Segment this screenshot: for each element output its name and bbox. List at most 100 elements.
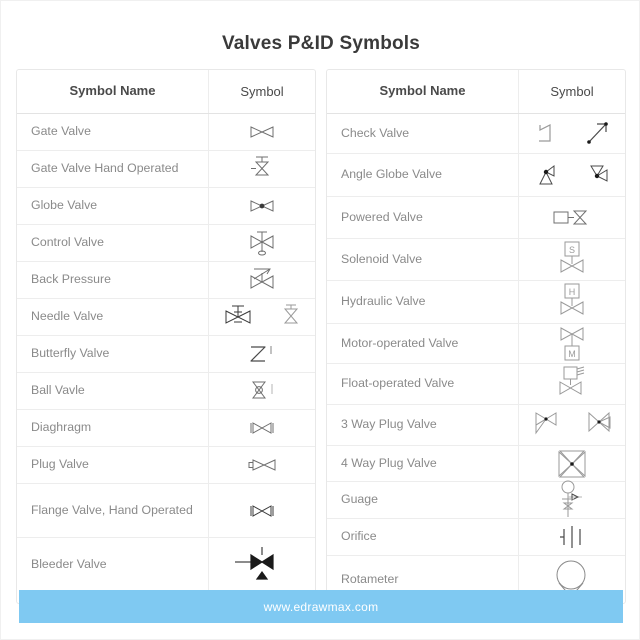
table-row[interactable]: Plug Valve [17,447,315,484]
angle-globe-valve-alt-icon [585,162,613,188]
table-row[interactable]: Solenoid Valve S [327,239,625,281]
row-symbol [209,538,315,591]
angle-globe-valve-icon [532,162,560,188]
row-label: Flange Valve, Hand Operated [17,484,209,537]
table-row[interactable]: Butterfly Valve [17,336,315,373]
row-label: Check Valve [327,114,519,153]
table-row[interactable]: Globe Valve [17,188,315,225]
row-symbol [209,188,315,224]
table-row[interactable]: Gate Valve Hand Operated [17,151,315,188]
row-symbol [519,519,625,555]
row-label: Bleeder Valve [17,538,209,591]
ball-valve-icon [209,373,315,409]
table-row[interactable]: Orifice [327,519,625,556]
row-symbol [209,151,315,187]
table-row[interactable]: Diaghragm [17,410,315,447]
three-way-plug-valve-icon [531,409,561,441]
row-symbol [209,373,315,409]
table-row[interactable]: Flange Valve, Hand Operated [17,484,315,538]
header-symbol-name: Symbol Name [327,70,519,113]
table-row[interactable]: Ball Vavle [17,373,315,410]
row-symbol [209,114,315,150]
row-label: 3 Way Plug Valve [327,405,519,445]
table-row[interactable]: Control Valve [17,225,315,262]
row-symbol [209,336,315,372]
gauge-icon [519,480,625,518]
row-symbol [209,484,315,537]
back-pressure-valve-icon [209,262,315,298]
row-label: Back Pressure [17,262,209,298]
footer-url[interactable]: www.edrawmax.com [264,600,379,614]
row-symbol: M [519,324,625,363]
table-row[interactable]: Check Valve [327,114,625,154]
flange-valve-hand-operated-icon [209,484,315,537]
table-row[interactable]: Float-operated Valve [327,364,625,405]
table-row[interactable]: Back Pressure [17,262,315,299]
svg-text:M: M [568,349,576,359]
right-symbol-table: Symbol Name Symbol Check Valve Angle Glo… [326,69,626,604]
angle-globe-valve-symbols [519,154,625,196]
row-label: Butterfly Valve [17,336,209,372]
row-symbol [209,447,315,483]
row-label: Angle Globe Valve [327,154,519,196]
butterfly-valve-icon [209,336,315,372]
needle-valve-alt-icon [280,303,302,331]
row-label: Gate Valve [17,114,209,150]
table-row[interactable]: Powered Valve [327,197,625,239]
svg-text:H: H [569,287,576,297]
row-label: Globe Valve [17,188,209,224]
table-row[interactable]: Hydraulic Valve H [327,281,625,324]
row-label: Diaghragm [17,410,209,446]
row-label: Gate Valve Hand Operated [17,151,209,187]
row-label: Needle Valve [17,299,209,335]
row-symbol [519,480,625,518]
header-symbol: Symbol [240,84,284,99]
float-operated-valve-icon [519,364,625,404]
table-row[interactable]: Guage [327,480,625,519]
footer-bar: www.edrawmax.com [19,590,623,623]
hydraulic-valve-icon: H [519,281,625,323]
row-symbol: S [519,239,625,280]
row-symbol [519,405,625,445]
globe-valve-icon [209,188,315,224]
row-symbol [519,114,625,153]
table-row[interactable]: 3 Way Plug Valve [327,405,625,446]
row-label: Hydraulic Valve [327,281,519,323]
orifice-icon [519,519,625,555]
gate-valve-icon [209,114,315,150]
symbol-reference-page: Valves P&ID Symbols Symbol Name Symbol G… [0,0,640,640]
table-row[interactable]: Gate Valve [17,114,315,151]
row-label: Control Valve [17,225,209,261]
table-row[interactable]: 4 Way Plug Valve [327,446,625,482]
table-header-row: Symbol Name Symbol [17,70,315,114]
row-symbol [209,225,315,261]
header-symbol: Symbol [550,84,594,99]
bleeder-valve-icon [209,538,315,591]
check-valve-alt-icon [584,121,612,147]
row-symbol [209,410,315,446]
row-label: Plug Valve [17,447,209,483]
row-symbol [519,197,625,238]
row-symbol [519,154,625,196]
row-symbol: H [519,281,625,323]
row-label: Float-operated Valve [327,364,519,404]
row-symbol [209,262,315,298]
table-header-row: Symbol Name Symbol [327,70,625,114]
needle-valve-icon [222,303,254,331]
gate-valve-hand-operated-icon [209,151,315,187]
powered-valve-icon [519,197,625,238]
three-way-plug-valve-alt-icon [584,409,614,441]
row-label: Motor-operated Valve [327,324,519,363]
three-way-plug-valve-symbols [519,405,625,445]
table-row[interactable]: Angle Globe Valve [327,154,625,197]
row-symbol [519,364,625,404]
motor-operated-valve-icon: M [519,324,625,363]
table-row[interactable]: Needle Valve [17,299,315,336]
table-row[interactable]: Bleeder Valve [17,538,315,591]
tables-container: Symbol Name Symbol Gate Valve Gate Valve… [16,69,626,604]
check-valve-icon [533,121,557,147]
table-row[interactable]: Motor-operated Valve M [327,324,625,364]
diaphragm-valve-icon [209,410,315,446]
check-valve-symbols [519,114,625,153]
row-label: Solenoid Valve [327,239,519,280]
